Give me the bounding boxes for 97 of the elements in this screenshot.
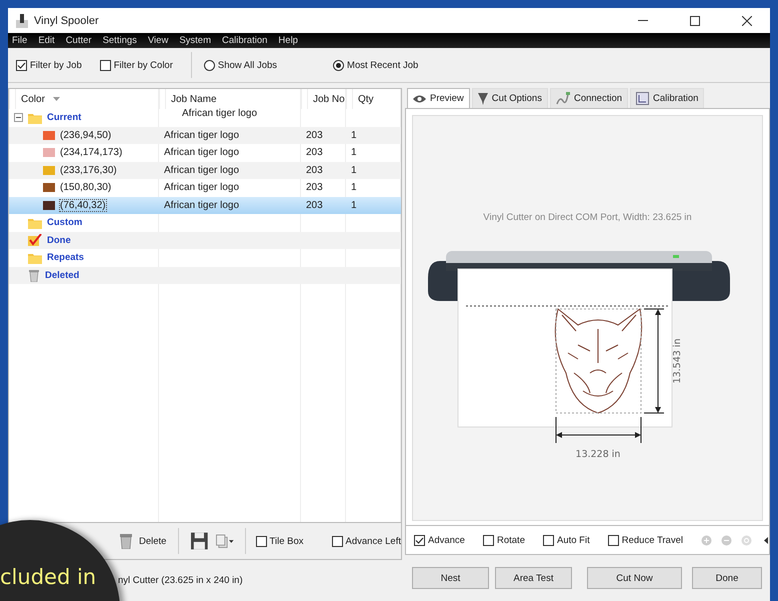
quantity: 1: [350, 200, 358, 211]
color-label: (236,94,50): [60, 130, 112, 141]
status-text: nyl Cutter (23.625 in x 240 in): [118, 574, 243, 586]
quantity: 1: [350, 147, 358, 158]
filter-label[interactable]: Filter by Color: [114, 60, 173, 70]
scroll-left-icon[interactable]: [764, 536, 768, 544]
height-label: 13.543 in: [672, 338, 682, 384]
job-number: 203: [305, 164, 324, 176]
folder-icon: [28, 112, 42, 124]
color-label: (150,80,30): [60, 182, 112, 194]
window-title: Vinyl Spooler: [34, 14, 100, 26]
folder-icon: [28, 216, 42, 229]
quantity: 1: [350, 182, 358, 194]
tab[interactable]: Cut Options: [472, 88, 548, 108]
job-name: African tiger logo: [163, 164, 240, 176]
checkbox[interactable]: [332, 536, 343, 546]
maximize-icon: [690, 16, 700, 26]
tree-group-label[interactable]: Current: [47, 112, 82, 124]
column-header[interactable]: Job Name: [165, 89, 217, 109]
job-name: African tiger logo: [163, 147, 240, 158]
checkbox[interactable]: [100, 60, 111, 70]
column-header[interactable]: Qty: [352, 89, 374, 109]
checkbox-label[interactable]: Advance: [428, 534, 465, 546]
quantity: 1: [350, 130, 358, 141]
checkbox[interactable]: [542, 534, 554, 546]
checkbox-label[interactable]: Tile Box: [270, 536, 304, 546]
job-number: 203: [305, 200, 324, 211]
trash-icon: [119, 533, 133, 549]
radio-button[interactable]: [333, 60, 344, 70]
job-number: 203: [305, 130, 324, 141]
menu-item[interactable]: Settings: [102, 35, 137, 46]
filter-label[interactable]: Show All Jobs: [218, 60, 278, 70]
checkbox[interactable]: [414, 534, 425, 546]
sort-icon: [52, 97, 60, 101]
tree-group-label[interactable]: Done: [47, 234, 71, 246]
checkbox[interactable]: [16, 60, 27, 70]
cutter-caption: Vinyl Cutter on Direct COM Port, Width: 23.625 in: [483, 212, 692, 223]
checkbox[interactable]: [608, 534, 619, 546]
job-row[interactable]: (234,174,173) African tiger logo 203 1: [9, 144, 401, 162]
quantity: 1: [350, 164, 358, 176]
width-label: 13.228 in: [575, 449, 620, 460]
action-button[interactable]: Area Test: [495, 567, 572, 589]
app-icon: [16, 14, 28, 28]
color-label: (233,176,30): [60, 164, 117, 176]
filter-label[interactable]: Most Recent Job: [347, 60, 418, 70]
tab[interactable]: Preview: [407, 88, 470, 108]
tree-group-label[interactable]: Deleted: [45, 270, 80, 281]
job-name: African tiger logo: [182, 108, 258, 120]
job-name: African tiger logo: [163, 182, 240, 194]
menu-item[interactable]: View: [148, 35, 168, 46]
tab[interactable]: Connection: [550, 88, 628, 108]
menu-item[interactable]: Edit: [38, 35, 55, 46]
copy-dropdown-icon[interactable]: [216, 534, 235, 548]
tree-group-label[interactable]: Custom: [47, 217, 82, 228]
job-row[interactable]: (233,176,30) African tiger logo 203 1: [9, 162, 401, 179]
job-name: African tiger logo: [163, 200, 240, 211]
job-name: African tiger logo: [163, 130, 240, 141]
job-number: 203: [305, 182, 324, 194]
checkbox-label[interactable]: Reduce Travel: [622, 534, 683, 546]
menu-item[interactable]: Help: [278, 35, 298, 46]
caption-text: cluded in: [0, 565, 96, 589]
column-header[interactable]: Job No: [307, 89, 345, 109]
folder-icon: [28, 252, 42, 264]
job-row[interactable]: (76,40,32) African tiger logo 203 1: [9, 196, 401, 214]
action-button[interactable]: Done: [692, 567, 762, 589]
minimize-icon: [638, 20, 648, 21]
checkbox[interactable]: [482, 534, 494, 546]
checkbox[interactable]: [256, 536, 267, 546]
checkbox-label[interactable]: Auto Fit: [556, 534, 590, 546]
filter-label[interactable]: Filter by Job: [30, 60, 82, 70]
column-header[interactable]: Color: [15, 89, 45, 109]
color-label: (234,174,173): [60, 147, 122, 158]
checkbox-label[interactable]: Rotate: [496, 534, 525, 546]
ruler-icon: [636, 92, 650, 105]
job-row[interactable]: (236,94,50) African tiger logo 203 1: [9, 126, 401, 144]
close-icon: [742, 16, 752, 26]
blade-icon: [478, 92, 488, 104]
checked-box-icon: [28, 234, 42, 246]
cable-icon: [556, 92, 570, 105]
color-label: (76,40,32): [60, 200, 106, 211]
tab[interactable]: Calibration: [630, 88, 704, 108]
job-number: 203: [305, 147, 324, 158]
menu-item[interactable]: Calibration: [222, 35, 268, 46]
menu-item[interactable]: File: [12, 35, 28, 46]
save-icon[interactable]: [191, 532, 208, 550]
eye-icon: [413, 94, 426, 102]
action-button[interactable]: Nest: [412, 567, 489, 589]
menu-item[interactable]: Cutter: [66, 35, 92, 46]
checkbox-label[interactable]: Advance Left: [346, 536, 401, 546]
action-button[interactable]: Cut Now: [587, 567, 682, 589]
delete-button[interactable]: Delete: [119, 533, 166, 549]
menu-item[interactable]: System: [179, 35, 211, 46]
tree-group-label[interactable]: Repeats: [47, 252, 84, 264]
job-row[interactable]: (150,80,30) African tiger logo 203 1: [9, 179, 401, 196]
radio-button[interactable]: [204, 60, 215, 70]
trash-icon: [28, 268, 40, 282]
collapse-icon[interactable]: [14, 113, 23, 122]
